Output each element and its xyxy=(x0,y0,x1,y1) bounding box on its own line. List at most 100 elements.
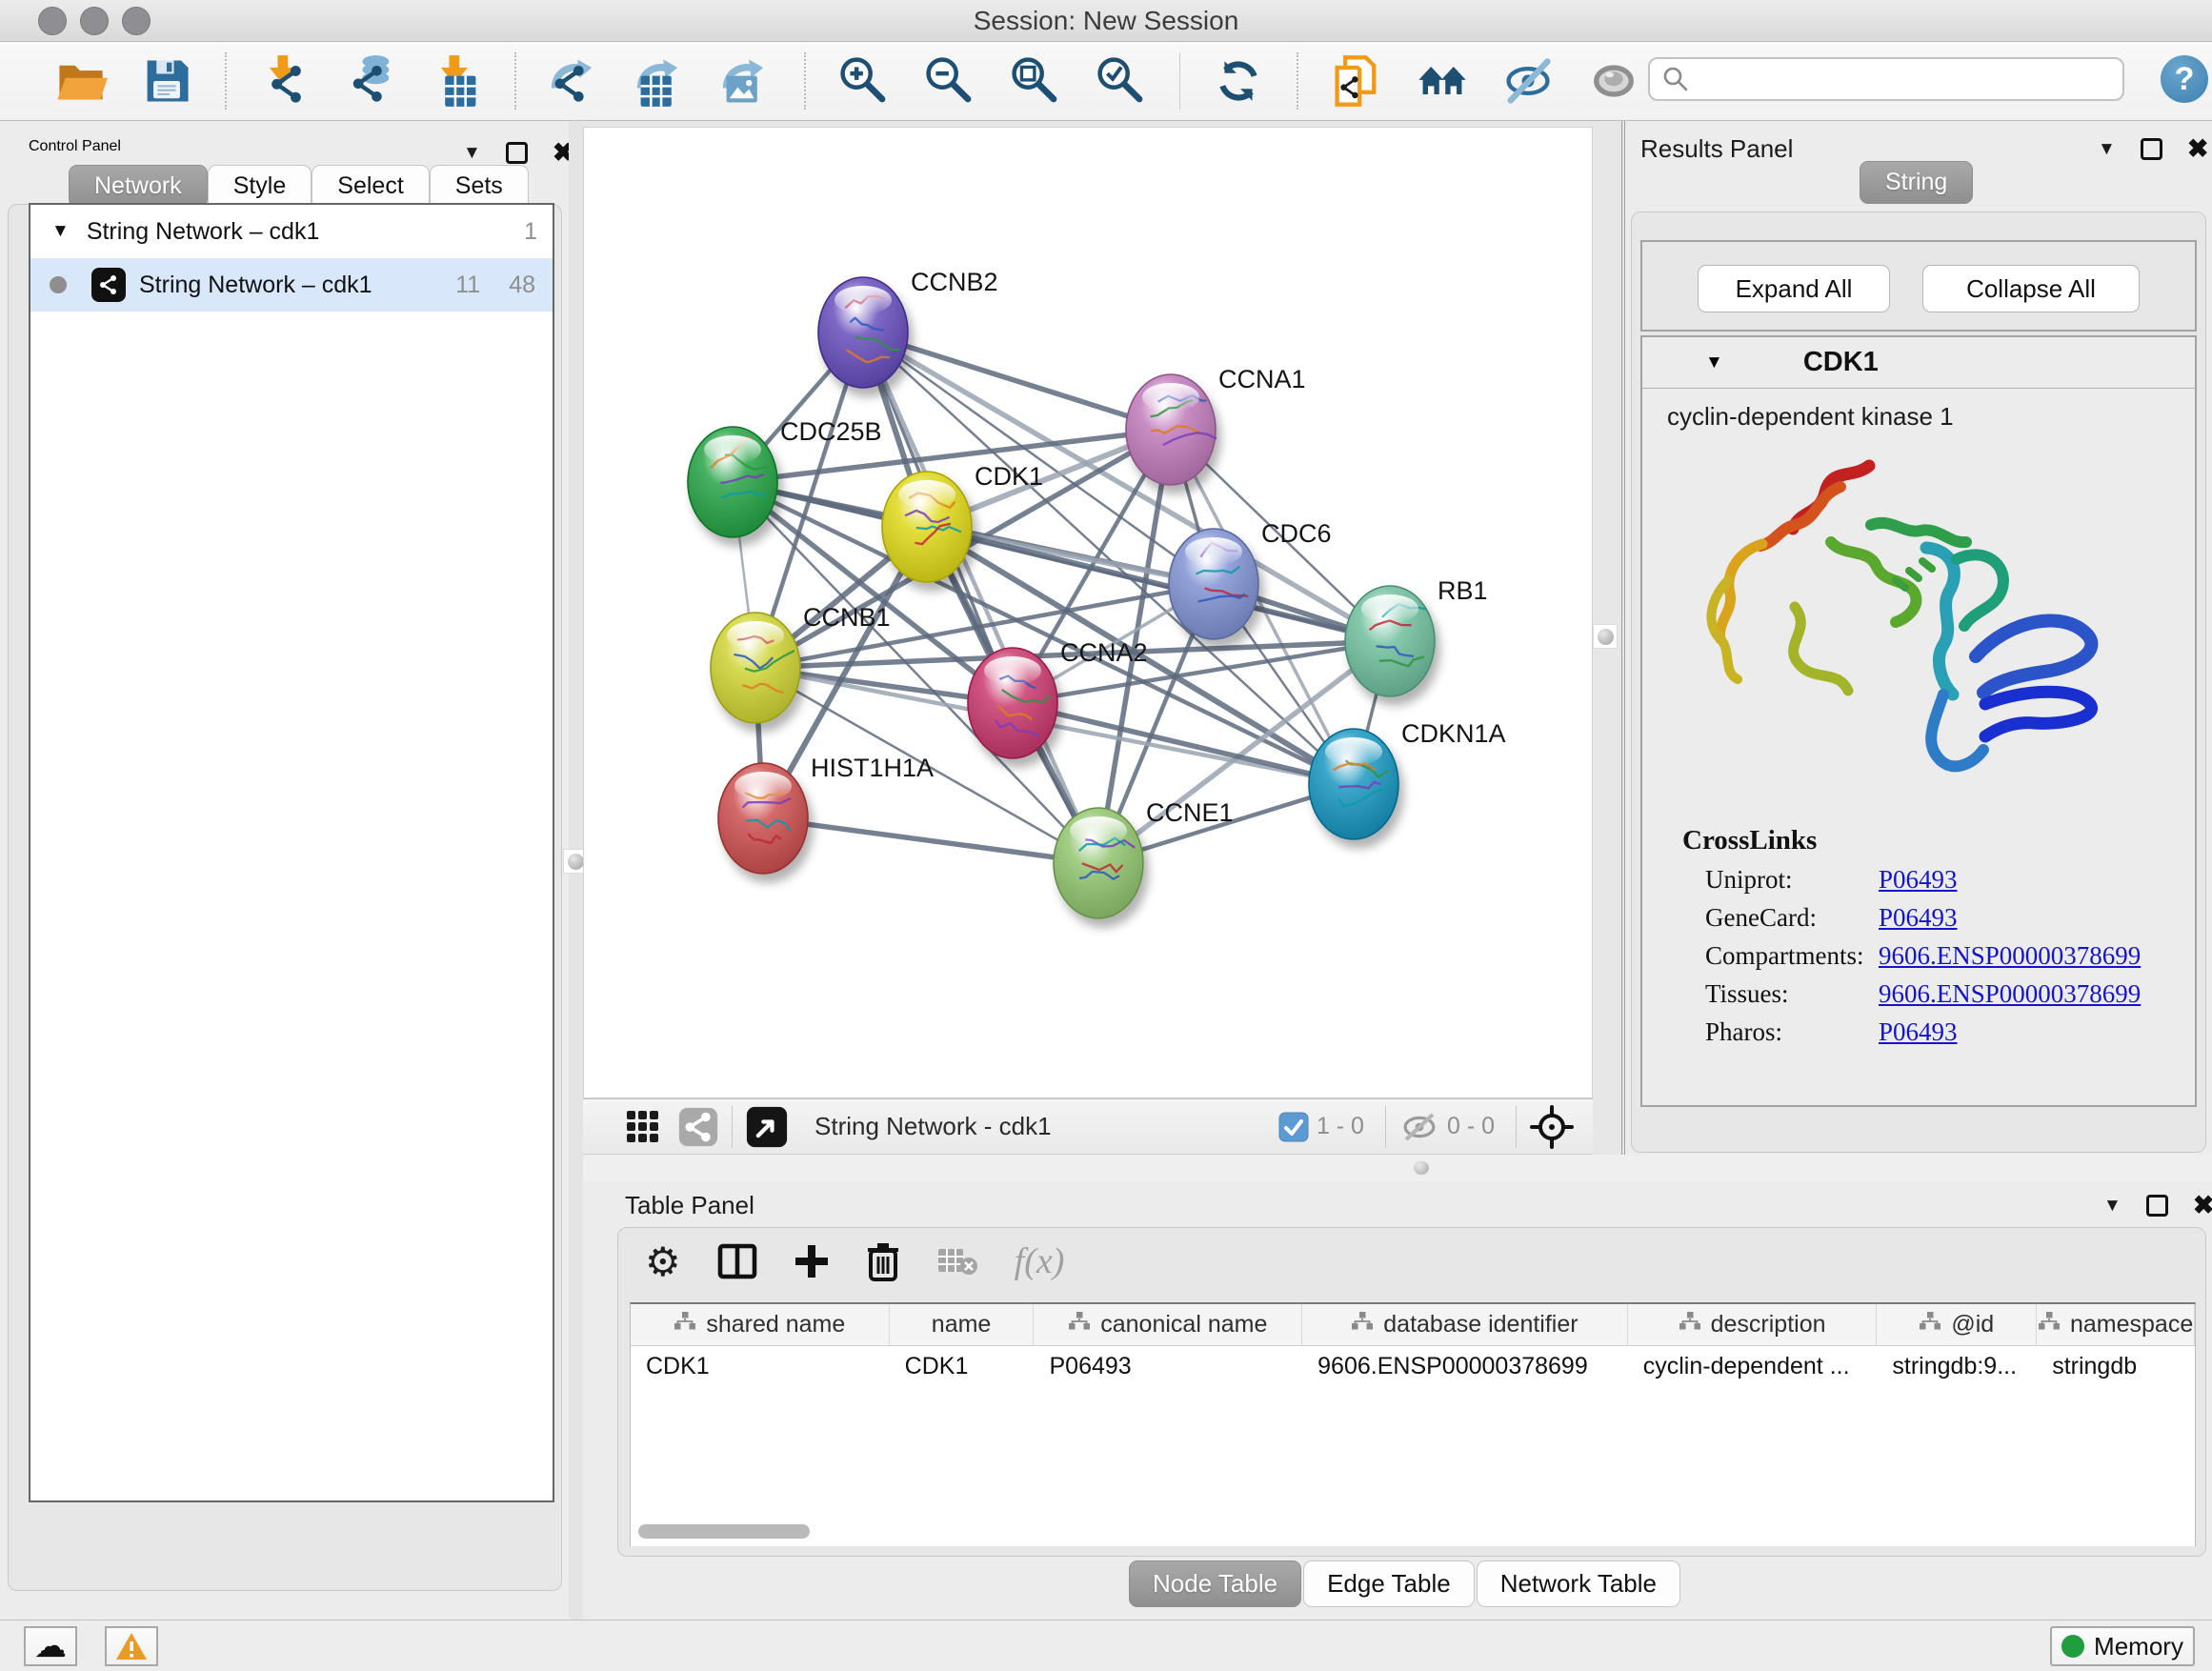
delete-column-icon[interactable] xyxy=(866,1241,900,1281)
export-network-icon[interactable] xyxy=(545,51,604,111)
selected-checkbox-icon[interactable] xyxy=(1278,1112,1309,1142)
results-panel: Results Panel ▼ ✖ String Expand All Coll… xyxy=(1625,121,2212,1155)
export-image-icon[interactable] xyxy=(716,51,775,111)
home-icon[interactable] xyxy=(1413,51,1472,111)
column-header--id[interactable]: @id xyxy=(1877,1304,2037,1345)
expand-all-button[interactable]: Expand All xyxy=(1698,265,1890,312)
results-menu-caret-icon[interactable]: ▼ xyxy=(2098,140,2116,158)
network-node-rb1[interactable]: RB1 xyxy=(1345,576,1488,696)
export-table-icon[interactable] xyxy=(631,51,690,111)
show-columns-icon[interactable] xyxy=(717,1243,757,1279)
table-hscrollbar[interactable] xyxy=(638,1524,810,1539)
crosslink-link[interactable]: P06493 xyxy=(1879,1017,1958,1047)
tab-string[interactable]: String xyxy=(1860,161,1973,204)
network-edges[interactable] xyxy=(733,332,1390,863)
network-tree-root-row[interactable]: ▼ String Network – cdk1 1 xyxy=(30,205,553,258)
table-row[interactable]: CDK1CDK1P064939606.ENSP00000378699cyclin… xyxy=(631,1346,2195,1388)
crosslink-label: Compartments: xyxy=(1705,941,1879,971)
zoom-selected-icon[interactable] xyxy=(1092,51,1151,111)
toolbar-separator xyxy=(514,52,516,110)
crosslink-link[interactable]: P06493 xyxy=(1879,865,1958,895)
column-header-description[interactable]: description xyxy=(1628,1304,1878,1345)
tree-expand-caret-icon[interactable]: ▼ xyxy=(51,221,70,242)
tab-select[interactable]: Select xyxy=(312,165,429,208)
horizontal-splitter-handle[interactable] xyxy=(1414,1161,1429,1175)
table-menu-caret-icon[interactable]: ▼ xyxy=(2103,1197,2122,1215)
tab-sets[interactable]: Sets xyxy=(430,165,529,208)
column-header-shared-name[interactable]: shared name xyxy=(631,1304,890,1345)
right-splitter[interactable] xyxy=(1593,121,1625,1155)
open-session-icon[interactable] xyxy=(51,51,111,111)
search-box[interactable] xyxy=(1648,57,2124,101)
import-network-icon[interactable] xyxy=(255,51,314,111)
table-float-icon[interactable] xyxy=(2146,1195,2168,1217)
node-entry-header[interactable]: ▼ CDK1 xyxy=(1642,337,2195,389)
network-node-hist1h1a[interactable]: HIST1H1A xyxy=(718,754,934,874)
table-options-gear-icon[interactable]: ⚙ xyxy=(645,1238,681,1285)
help-button[interactable]: ? xyxy=(2161,55,2208,103)
tab-network-table[interactable]: Network Table xyxy=(1477,1560,1680,1607)
column-header-name[interactable]: name xyxy=(890,1304,1035,1345)
network-tree-child-row[interactable]: String Network – cdk1 11 48 xyxy=(30,258,553,312)
table-cell[interactable]: CDK1 xyxy=(890,1346,1035,1388)
network-canvas[interactable]: CCNB2CCNA1CDC25BCDK1CDC6RB1CCNB1CCNA2CDK… xyxy=(583,127,1593,1098)
search-icon xyxy=(1661,65,1690,93)
table-cell[interactable]: cyclin-dependent ... xyxy=(1628,1346,1878,1388)
save-session-icon[interactable] xyxy=(137,51,196,111)
table-cell[interactable]: stringdb:9... xyxy=(1877,1346,2037,1388)
warnings-button[interactable] xyxy=(105,1626,158,1666)
column-header-database-identifier[interactable]: database identifier xyxy=(1302,1304,1628,1345)
column-header-canonical-name[interactable]: canonical name xyxy=(1034,1304,1302,1345)
table-cell[interactable]: stringdb xyxy=(2037,1346,2195,1388)
node-table[interactable]: shared namenamecanonical namedatabase id… xyxy=(630,1302,2196,1546)
fit-position-crosshair-icon[interactable] xyxy=(1530,1105,1574,1149)
add-column-icon[interactable] xyxy=(794,1243,830,1279)
share-document-icon[interactable] xyxy=(1327,51,1386,111)
network-node-cdk1[interactable]: CDK1 xyxy=(882,462,1043,582)
grid-view-icon[interactable] xyxy=(625,1109,661,1145)
left-splitter[interactable] xyxy=(569,121,583,1620)
crosslink-link[interactable]: 9606.ENSP00000378699 xyxy=(1879,979,2141,1009)
show-all-icon[interactable] xyxy=(1584,51,1643,111)
import-database-icon[interactable] xyxy=(341,51,400,111)
horizontal-splitter[interactable] xyxy=(583,1155,2212,1181)
results-float-icon[interactable] xyxy=(2141,138,2162,160)
table-cell[interactable]: CDK1 xyxy=(631,1346,890,1388)
crosslink-label: Pharos: xyxy=(1705,1017,1879,1047)
cloud-button[interactable]: ☁ xyxy=(24,1626,77,1666)
refresh-icon[interactable] xyxy=(1209,51,1268,111)
results-close-icon[interactable]: ✖ xyxy=(2187,136,2209,162)
tab-node-table[interactable]: Node Table xyxy=(1129,1560,1301,1607)
table-cell[interactable]: 9606.ENSP00000378699 xyxy=(1302,1346,1628,1388)
network-node-ccne1[interactable]: CCNE1 xyxy=(1054,798,1234,918)
entry-collapse-caret-icon[interactable]: ▼ xyxy=(1705,352,1723,373)
zoom-in-icon[interactable] xyxy=(835,51,894,111)
right-splitter-handle[interactable] xyxy=(1593,624,1618,649)
zoom-out-icon[interactable] xyxy=(920,51,979,111)
network-node-ccna1[interactable]: CCNA1 xyxy=(1126,365,1306,485)
protein-structure-image xyxy=(1671,437,2166,811)
tab-edge-table[interactable]: Edge Table xyxy=(1303,1560,1475,1607)
import-table-icon[interactable] xyxy=(427,51,486,111)
tab-style[interactable]: Style xyxy=(208,165,312,208)
delete-table-icon[interactable] xyxy=(936,1245,978,1278)
search-input[interactable] xyxy=(1690,65,2100,93)
table-close-icon[interactable]: ✖ xyxy=(2193,1193,2212,1218)
column-header-namespace[interactable]: namespace xyxy=(2037,1304,2195,1345)
crosslink-link[interactable]: P06493 xyxy=(1879,903,1958,933)
function-builder-icon[interactable]: f(x) xyxy=(1015,1240,1065,1282)
memory-button[interactable]: Memory xyxy=(2050,1626,2195,1666)
zoom-fit-icon[interactable] xyxy=(1006,51,1065,111)
network-node-cdkn1a[interactable]: CDKN1A xyxy=(1309,719,1506,839)
hidden-eye-icon[interactable] xyxy=(1399,1111,1439,1143)
table-cell[interactable]: P06493 xyxy=(1035,1346,1303,1388)
float-panel-icon[interactable] xyxy=(506,142,528,164)
network-share-icon[interactable] xyxy=(678,1107,718,1147)
tab-network[interactable]: Network xyxy=(69,165,208,208)
crosslink-link[interactable]: 9606.ENSP00000378699 xyxy=(1879,941,2141,971)
network-node-ccnb2[interactable]: CCNB2 xyxy=(818,268,998,388)
hide-selected-icon[interactable] xyxy=(1498,51,1558,111)
open-in-window-icon[interactable] xyxy=(746,1106,788,1148)
collapse-all-button[interactable]: Collapse All xyxy=(1922,265,2140,312)
panel-menu-caret-icon[interactable]: ▼ xyxy=(463,144,481,162)
